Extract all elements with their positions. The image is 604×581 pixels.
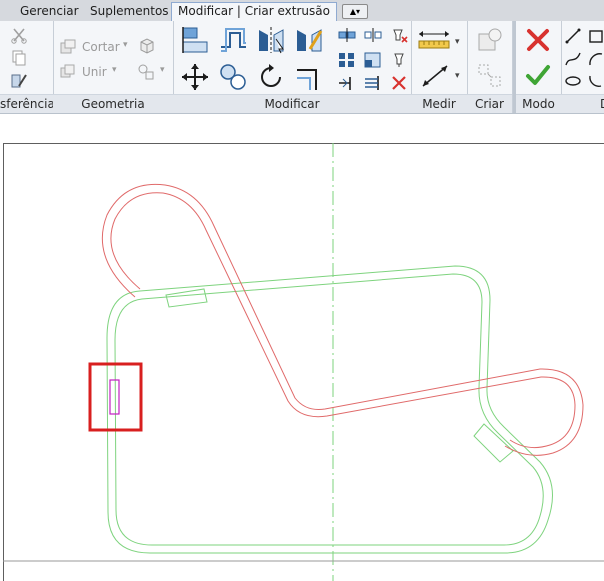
- red-sketch-path: [101, 183, 584, 456]
- sketch-area[interactable]: [0, 0, 604, 581]
- green-sketch-loop: [106, 265, 553, 554]
- selected-element: [109, 379, 120, 415]
